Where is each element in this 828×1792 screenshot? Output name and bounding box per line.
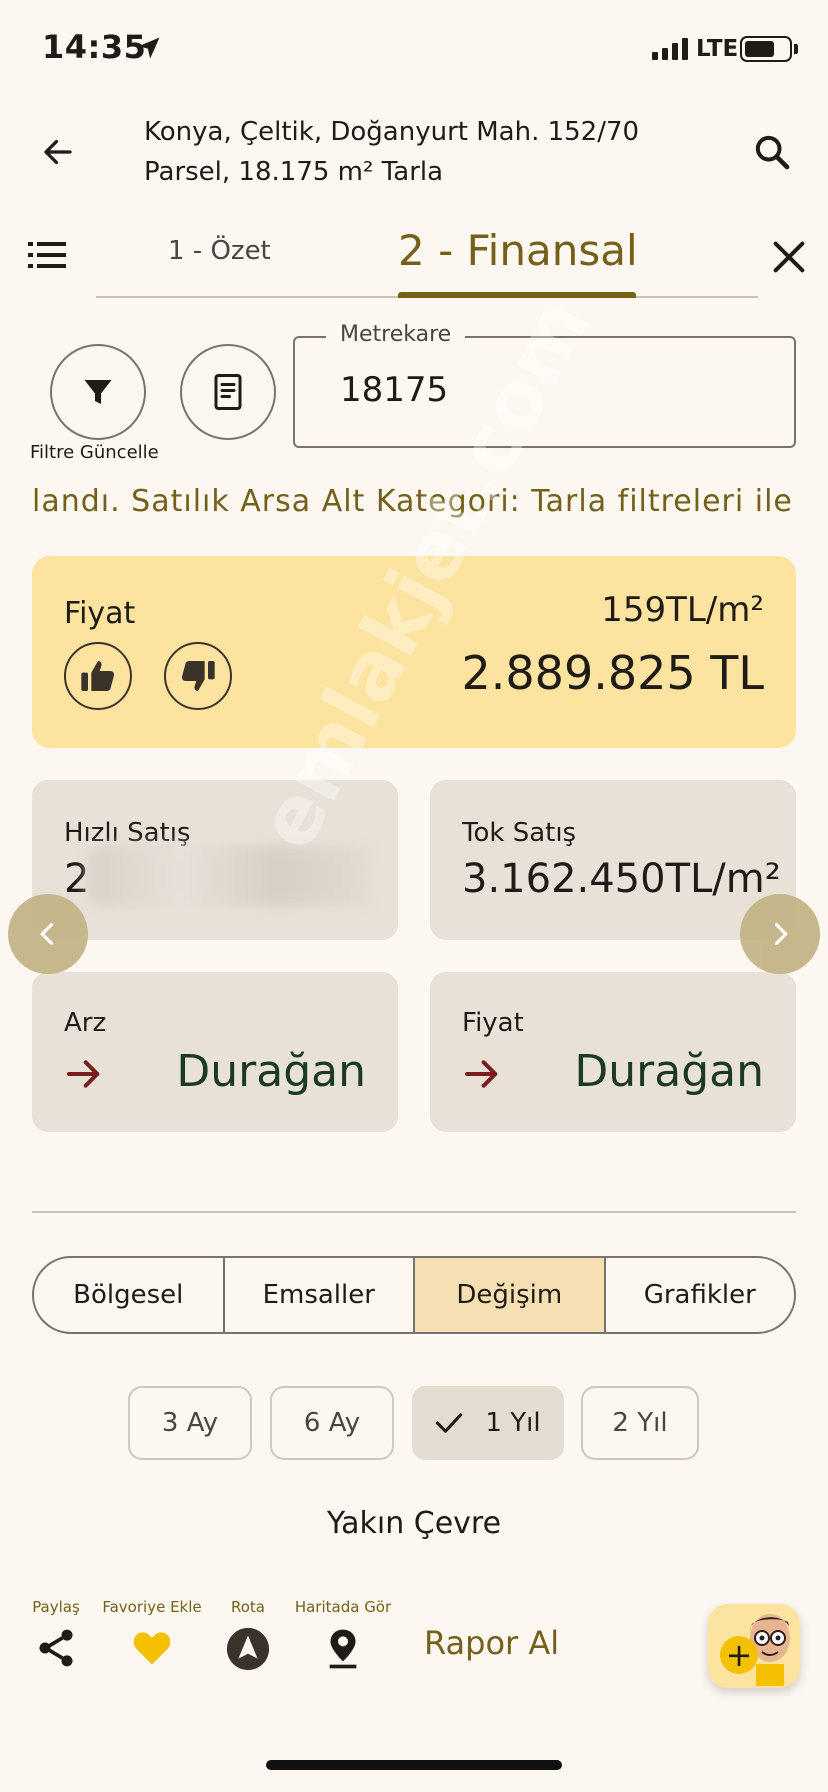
heart-icon [133,1632,171,1665]
report-button[interactable]: Rapor Al [424,1624,559,1662]
filter-update-label: Filtre Güncelle [30,442,159,463]
menu-list-icon[interactable] [28,240,68,274]
period-6-months[interactable]: 6 Ay [270,1386,394,1460]
map-pin-icon [329,1629,357,1669]
price-trend-value: Durağan [574,1046,764,1097]
carousel-prev-button[interactable] [8,894,88,974]
network-label: LTE [696,36,739,62]
supply-label: Arz [64,1008,107,1038]
trend-arrow-right-icon [67,1060,100,1088]
price-trend-label: Fiyat [462,1008,524,1038]
supply-trend: Durağan [176,1046,366,1097]
map-label: Haritada Gör [294,1598,392,1616]
quick-sale-label: Hızlı Satış [64,818,191,848]
segmented-control: Bölgesel Emsaller Değişim Grafikler [32,1256,796,1334]
back-button[interactable] [30,128,86,176]
dislike-button[interactable] [164,642,232,710]
search-button[interactable] [744,128,800,176]
location-arrow-icon [134,34,164,66]
filter-button[interactable] [50,344,146,440]
document-icon [214,374,242,410]
battery-icon [740,36,792,62]
price-title: Fiyat [64,596,136,631]
report-doc-button[interactable] [180,344,276,440]
map-button[interactable] [294,1626,392,1670]
metrekare-value[interactable]: 18175 [340,370,448,410]
tok-sale-card: Tok Satış 3.162.450TL/m² [430,780,796,940]
search-icon [755,135,790,170]
navigation-icon [226,1627,270,1671]
page-title: Konya, Çeltik, Doğanyurt Mah. 152/70 Par… [144,117,640,187]
period-3-months[interactable]: 3 Ay [128,1386,252,1460]
plus-icon: + [720,1636,758,1674]
segment-emsaller[interactable]: Emsaller [225,1258,415,1332]
section-divider [32,1211,796,1213]
thumbs-up-icon [81,661,115,691]
chevron-right-icon [774,923,788,945]
segment-grafikler[interactable]: Grafikler [606,1258,795,1332]
chevron-left-icon [40,923,54,945]
price-trend-card: Fiyat Durağan [430,972,796,1132]
checkmark-icon [436,1413,463,1433]
period-1-year-label: 1 Yıl [485,1408,541,1438]
period-1-year[interactable]: 1 Yıl [412,1386,564,1460]
price-total: 2.889.825 TL [461,646,764,700]
carousel-next-button[interactable] [740,894,820,974]
period-2-years[interactable]: 2 Yıl [581,1386,699,1460]
tab-finansal[interactable]: 2 - Finansal [398,226,638,275]
like-button[interactable] [64,642,132,710]
thumbs-down-icon [181,661,215,691]
quick-sale-value: 2 [64,856,90,902]
tab-ozet[interactable]: 1 - Özet [168,236,271,266]
filter-icon [84,380,112,404]
blurred-value [88,846,370,906]
close-icon [773,241,805,273]
price-per-m2: 159TL/m² [601,590,764,630]
supply-card: Arz Durağan [32,972,398,1132]
signal-icon [652,38,688,60]
share-button[interactable] [24,1626,88,1670]
section-title: Yakın Çevre [326,1506,502,1541]
tok-sale-value: 3.162.450TL/m² [462,856,781,902]
metrekare-label: Metrekare [326,322,466,347]
status-time: 14:35 [42,28,147,66]
favorite-label: Favoriye Ekle [102,1598,202,1616]
home-indicator [266,1760,562,1770]
battery-tip [794,44,798,54]
close-button[interactable] [762,230,816,284]
favorite-button[interactable] [100,1626,204,1670]
segment-degisim[interactable]: Değişim [415,1258,606,1332]
route-button[interactable] [222,1626,274,1672]
segment-bolgesel[interactable]: Bölgesel [34,1258,225,1332]
share-icon [39,1629,73,1667]
trend-arrow-right-icon [465,1060,498,1088]
share-label: Paylaş [32,1598,80,1616]
route-label: Rota [231,1598,265,1616]
tok-sale-label: Tok Satış [462,818,577,848]
back-arrow-icon [44,139,72,165]
